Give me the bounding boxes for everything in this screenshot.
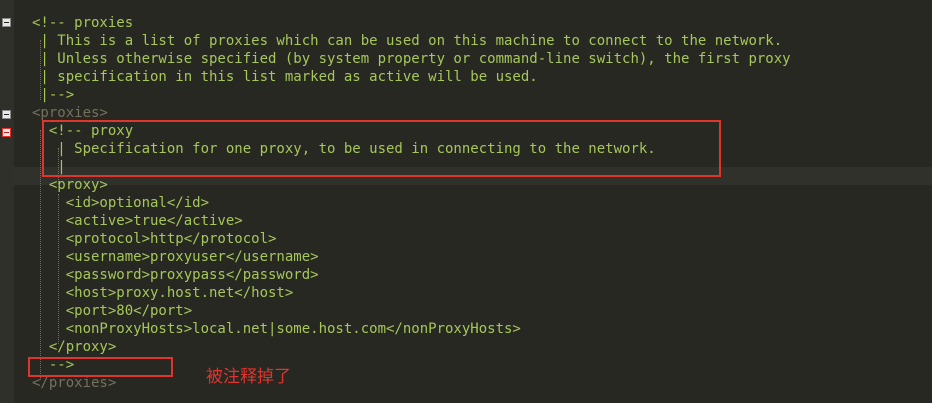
fold-toggle-icon[interactable] [2, 18, 11, 27]
code-line: | Unless otherwise specified (by system … [32, 51, 791, 67]
code-line: |--> [32, 87, 75, 103]
comment-end-highlight-box [28, 357, 173, 377]
code-line: <password>proxypass</password> [32, 267, 319, 283]
code-line: | specification in this list marked as a… [32, 69, 538, 85]
code-line: <host>proxy.host.net</host> [32, 285, 294, 301]
code-line: <protocol>http</protocol> [32, 231, 277, 247]
code-line: <id>optional</id> [32, 195, 210, 211]
editor-gutter [0, 0, 14, 403]
annotation-note: 被注释掉了 [206, 367, 291, 387]
fold-toggle-icon[interactable] [2, 110, 11, 119]
code-line: <nonProxyHosts>local.net|some.host.com</… [32, 321, 521, 337]
comment-start-highlight-box [42, 120, 721, 177]
code-line: <!-- proxies [32, 15, 134, 31]
code-line: <active>true</active> [32, 213, 243, 229]
code-line: <port>80</port> [32, 303, 193, 319]
code-line: </proxy> [32, 339, 117, 355]
code-line: | This is a list of proxies which can be… [32, 33, 783, 49]
code-line: <proxy> [32, 177, 108, 193]
code-line: <username>proxyuser</username> [32, 249, 319, 265]
fold-toggle-icon[interactable] [2, 128, 11, 137]
